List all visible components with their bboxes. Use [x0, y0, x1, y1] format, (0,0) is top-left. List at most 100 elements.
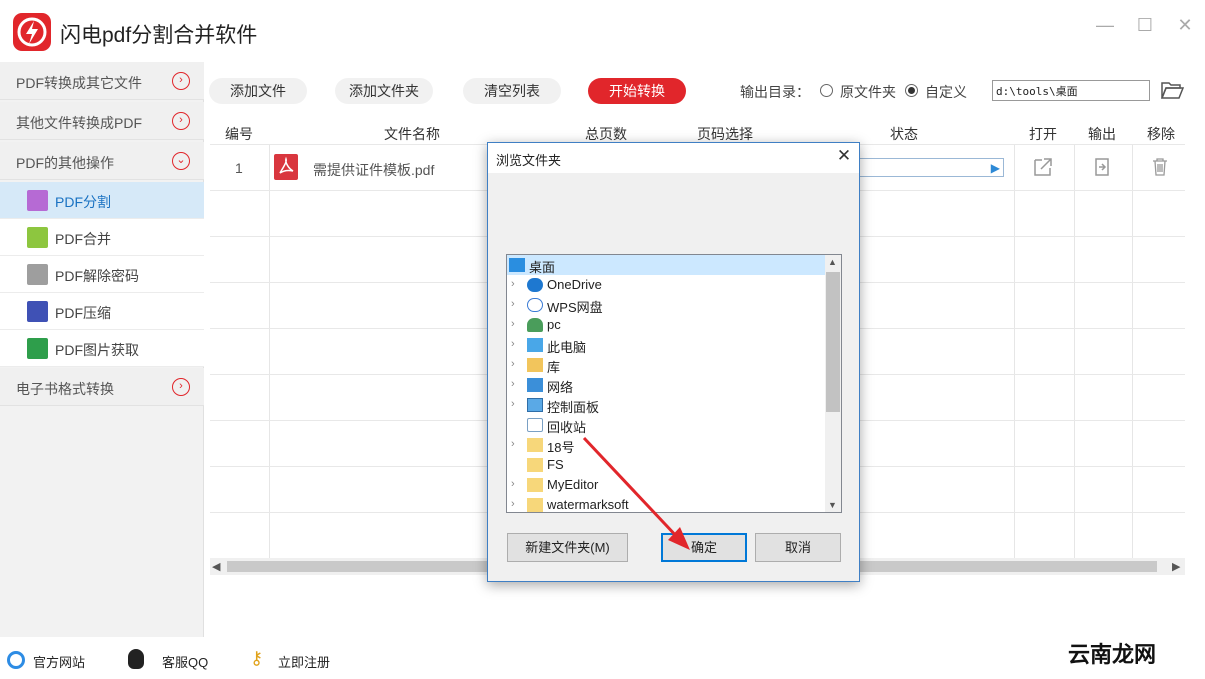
dialog-title: 浏览文件夹 — [496, 153, 562, 168]
tree-item-wps[interactable]: › WPS网盘 — [507, 295, 825, 315]
row-num: 1 — [235, 160, 243, 176]
chevron-right-icon[interactable]: › — [511, 498, 515, 510]
tree-item-this-pc[interactable]: › 此电脑 — [507, 335, 825, 355]
sidebar-item-pdf-split[interactable]: PDF分割 — [0, 182, 204, 219]
radio-original-label: 原文件夹 — [840, 84, 896, 100]
tree-item-folder[interactable]: › 18号 — [507, 435, 825, 455]
col-header-remove: 移除 — [1147, 126, 1175, 142]
folder-icon — [527, 478, 543, 492]
maximize-button[interactable]: ☐ — [1134, 14, 1156, 36]
sidebar-header-label: PDF转换成其它文件 — [16, 75, 142, 91]
dialog-close-icon[interactable]: ✕ — [835, 146, 853, 166]
ok-button[interactable]: 确定 — [661, 533, 747, 562]
scroll-left-icon[interactable]: ◀ — [212, 560, 220, 573]
tree-item-folder[interactable]: › watermarksoft — [507, 495, 825, 515]
pdf-merge-icon — [27, 227, 48, 248]
chevron-right-icon[interactable]: › — [511, 378, 515, 390]
clear-list-button[interactable]: 清空列表 — [463, 78, 561, 104]
output-file-icon[interactable] — [1092, 157, 1112, 177]
sidebar-item-label: PDF解除密码 — [55, 268, 139, 284]
pdf-split-icon — [27, 190, 48, 211]
col-header-open: 打开 — [1029, 126, 1057, 142]
sidebar-header-label: PDF的其他操作 — [16, 155, 114, 171]
open-file-icon[interactable] — [1032, 157, 1054, 177]
sidebar-header-pdf-other-ops[interactable]: PDF的其他操作 ⌄ — [0, 142, 204, 180]
divider — [1074, 144, 1075, 558]
tree-item-label: FS — [547, 457, 564, 472]
chevron-right-icon[interactable]: › — [511, 358, 515, 370]
radio-original-folder[interactable] — [820, 84, 833, 97]
website-link[interactable]: 官方网站 — [33, 652, 85, 671]
minimize-button[interactable]: — — [1094, 14, 1116, 36]
chevron-right-icon: › — [172, 72, 190, 90]
tree-item-pc[interactable]: › pc — [507, 315, 825, 335]
tree-item-onedrive[interactable]: › OneDrive — [507, 275, 825, 295]
chevron-right-icon[interactable]: › — [511, 398, 515, 410]
tree-item-label: 库 — [547, 360, 561, 375]
divider — [269, 144, 270, 558]
col-header-status: 状态 — [890, 126, 918, 142]
qq-icon — [128, 649, 144, 669]
sidebar-item-pdf-image-extract[interactable]: PDF图片获取 — [0, 330, 204, 367]
sidebar-item-pdf-unlock[interactable]: PDF解除密码 — [0, 256, 204, 293]
add-folder-button[interactable]: 添加文件夹 — [335, 78, 433, 104]
scrollbar-thumb[interactable] — [826, 272, 840, 412]
chevron-right-icon[interactable]: › — [511, 278, 515, 290]
sidebar-header-pdf-to-other[interactable]: PDF转换成其它文件 › — [0, 62, 204, 100]
tree-item-folder[interactable]: › MyEditor — [507, 475, 825, 495]
pdf-file-icon — [274, 154, 298, 180]
close-button[interactable]: ✕ — [1174, 14, 1196, 36]
start-convert-button[interactable]: 开始转换 — [588, 78, 686, 104]
play-icon[interactable]: ▶ — [991, 161, 1000, 175]
chevron-right-icon: › — [172, 112, 190, 130]
tree-item-label: MyEditor — [547, 477, 599, 492]
sidebar-item-pdf-compress[interactable]: PDF压缩 — [0, 293, 204, 330]
compress-icon — [27, 301, 48, 322]
scroll-up-icon[interactable]: ▲ — [828, 257, 837, 267]
image-icon — [27, 338, 48, 359]
row-file-name: 需提供证件模板.pdf — [313, 162, 435, 178]
chevron-right-icon[interactable]: › — [511, 338, 515, 350]
tree-item-folder[interactable]: FS — [507, 455, 825, 475]
tree-item-recycle-bin[interactable]: 回收站 — [507, 415, 825, 435]
network-icon — [527, 378, 543, 392]
folder-icon — [527, 498, 543, 512]
chevron-right-icon[interactable]: › — [511, 478, 515, 490]
cancel-button[interactable]: 取消 — [755, 533, 841, 562]
chevron-right-icon: › — [172, 378, 190, 396]
tree-item-label: 桌面 — [529, 260, 556, 275]
chevron-right-icon[interactable]: › — [511, 438, 515, 450]
support-link[interactable]: 客服QQ — [162, 652, 208, 671]
col-header-name: 文件名称 — [384, 126, 440, 142]
register-link[interactable]: 立即注册 — [278, 652, 330, 671]
tree-item-label: pc — [547, 317, 561, 332]
col-header-num: 编号 — [225, 126, 253, 142]
sidebar: PDF转换成其它文件 › 其他文件转换成PDF › PDF的其他操作 ⌄ PDF分割 … — [0, 62, 204, 637]
chevron-right-icon[interactable]: › — [511, 318, 515, 330]
trash-icon[interactable] — [1151, 157, 1169, 177]
folder-icon — [527, 438, 543, 452]
tree-item-desktop[interactable]: 桌面 — [507, 255, 825, 275]
tree-item-library[interactable]: › 库 — [507, 355, 825, 375]
col-header-output: 输出 — [1088, 126, 1116, 142]
new-folder-button[interactable]: 新建文件夹(M) — [507, 533, 628, 562]
sidebar-item-label: PDF分割 — [55, 194, 111, 210]
user-icon — [527, 318, 543, 332]
scroll-down-icon[interactable]: ▼ — [828, 500, 837, 510]
open-folder-icon[interactable] — [1160, 79, 1185, 101]
sidebar-header-ebook[interactable]: 电子书格式转换 › — [0, 368, 204, 406]
sidebar-header-other-to-pdf[interactable]: 其他文件转换成PDF › — [0, 102, 204, 140]
recycle-bin-icon — [527, 418, 543, 432]
chevron-right-icon[interactable]: › — [511, 298, 515, 310]
add-file-button[interactable]: 添加文件 — [209, 78, 307, 104]
chevron-down-icon: ⌄ — [172, 152, 190, 170]
output-path-input[interactable]: d:\tools\桌面 — [992, 80, 1150, 101]
scroll-right-icon[interactable]: ▶ — [1172, 560, 1180, 573]
radio-custom-folder[interactable] — [905, 84, 918, 97]
tree-item-control-panel[interactable]: › 控制面板 — [507, 395, 825, 415]
sidebar-item-pdf-merge[interactable]: PDF合并 — [0, 219, 204, 256]
sidebar-header-label: 其他文件转换成PDF — [16, 115, 142, 131]
tree-item-network[interactable]: › 网络 — [507, 375, 825, 395]
app-title: 闪电pdf分割合并软件 — [60, 24, 258, 47]
tree-item-label: 此电脑 — [547, 340, 587, 355]
